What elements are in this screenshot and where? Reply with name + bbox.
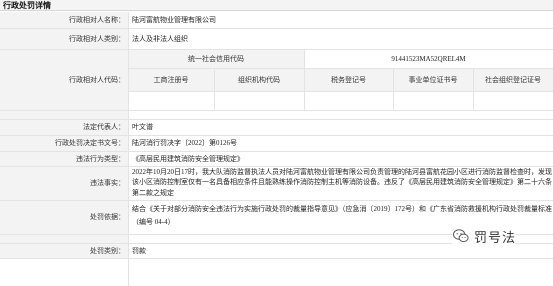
row-divider [0, 258, 553, 259]
basis-line: 结合《关于对部分消防安全违法行为实施行政处罚的裁量指导意见》（应急消〔2019〕… [132, 205, 552, 213]
decision-no-value: 陆河消行罚决字〔2022〕第0126号 [132, 139, 237, 147]
violation-facts-line: 第二款之规定 [132, 189, 174, 197]
counterpart-code-label: 行政相对人代码： [0, 50, 128, 110]
violation-type-value: 《高层民用建筑消防安全管理规定》 [132, 155, 244, 163]
social-org-reg-no-header: 社会组织登记证号 [473, 69, 553, 91]
org-code-value [214, 92, 304, 110]
column-divider [393, 69, 394, 110]
column-divider [304, 50, 305, 110]
label-column-divider [128, 12, 129, 286]
basis-line: （编号 04-4） [132, 218, 175, 226]
legal-rep-label: 法定代表人： [0, 120, 128, 135]
credit-code-header: 统一社会信用代码 [128, 50, 304, 68]
tax-reg-no-header: 税务登记号 [304, 69, 393, 91]
section-title: 行政处罚详情 [3, 1, 51, 10]
business-reg-no-header: 工商注册号 [128, 69, 214, 91]
counterpart-name-label: 行政相对人名称： [0, 12, 128, 28]
basis-label: 处罚依据： [0, 201, 128, 234]
violation-facts-label: 违法事实： [0, 167, 128, 200]
penalty-category-value: 罚款 [132, 247, 146, 255]
counterpart-category-value: 法人及非法人组织 [132, 35, 188, 43]
wechat-icon [453, 229, 469, 243]
institution-cert-no-header: 事业单位证书号 [393, 69, 473, 91]
business-reg-no-value [128, 92, 214, 110]
violation-type-label: 违法行为类型： [0, 152, 128, 166]
blank-label-cell [0, 111, 128, 119]
wechat-watermark: 罚号法 [452, 226, 517, 246]
social-org-reg-no-value [473, 92, 553, 110]
column-divider [214, 69, 215, 110]
counterpart-category-label: 行政相对人类别： [0, 29, 128, 49]
section-header: 行政处罚详情 [0, 0, 553, 11]
legal-rep-value: 叶文谱 [132, 123, 153, 131]
org-code-header: 组织机构代码 [214, 69, 304, 91]
column-divider [473, 69, 474, 110]
counterpart-name-value: 陆河富航物业管理有限公司 [132, 16, 216, 24]
violation-facts-line: 2022年10月20日17时，我大队消防监督执法人员对陆河富航物业管理有限公司负… [132, 168, 552, 176]
violation-facts-line: 该小区消防控制室仅有一名具备相应条件且能熟练操作消防控制主机等消防设备。违反了《… [132, 178, 552, 186]
penalty-category-label: 处罚类别： [0, 244, 128, 258]
tax-reg-no-value [304, 92, 393, 110]
blank-label-cell [0, 235, 128, 243]
institution-cert-no-value [393, 92, 473, 110]
credit-code-value: 91441523MA52QREL4M [391, 55, 466, 63]
decision-no-label: 行政处罚决定书文号： [0, 136, 128, 151]
watermark-text: 罚号法 [474, 229, 517, 245]
